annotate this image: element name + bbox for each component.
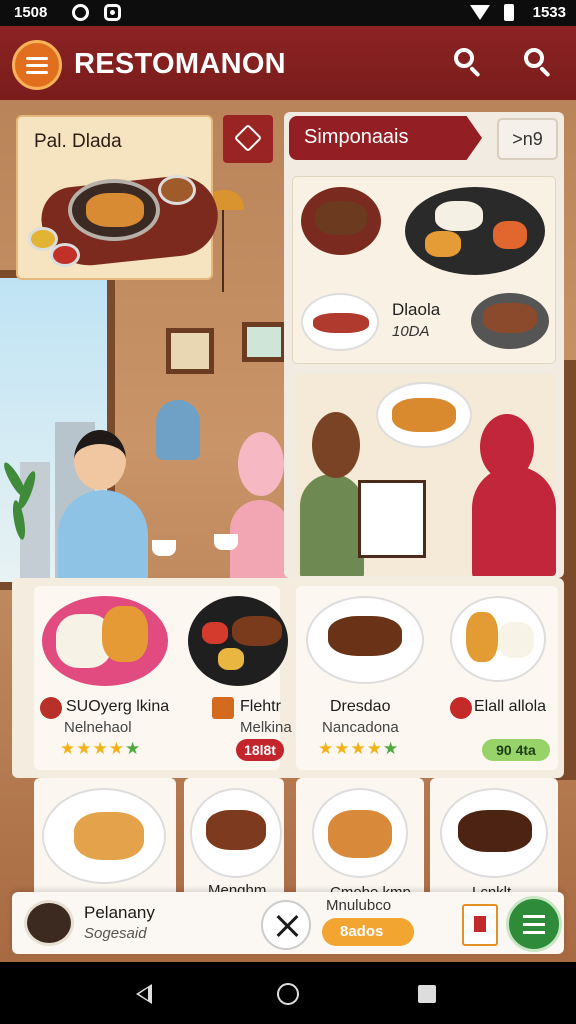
more-button[interactable]: >n9 [497,118,558,160]
plant [0,460,44,590]
cup [152,540,176,556]
person-right-head [238,432,284,496]
rating-stars: ★★★★★ [60,739,142,758]
dish-name: Dlaola [392,300,441,319]
person-right-head [480,414,534,480]
share-icon[interactable] [223,115,273,163]
screenshot-icon [104,4,121,21]
dish-plate [471,293,549,349]
card-name: Dresdao [330,698,391,715]
section-title[interactable]: Simponaais [289,116,482,160]
food-card[interactable] [296,778,424,898]
nav-bar [0,962,576,1024]
dish-plate [188,596,288,686]
side-bowl [50,243,80,267]
dish-plate [301,187,381,255]
bottom-title: Pelanany [84,903,155,922]
rating-stars: ★★★★★ [318,739,400,758]
wifi-icon [470,5,490,20]
person-left-head [312,412,360,478]
wall-picture [242,322,286,362]
search-alt-icon[interactable] [518,42,558,82]
person-left [58,490,148,590]
noodle-bowl [68,179,160,241]
dish-plate [306,596,424,684]
person-left [300,474,364,576]
person-left-head [74,430,126,490]
dish-plate [376,382,472,448]
dish-plate [42,596,168,686]
scene-card[interactable] [296,374,556,576]
battery-icon [504,4,514,21]
card-sub: Melkina [240,719,292,736]
bottom-mid-label: Mnulubco [326,897,392,914]
back-icon[interactable] [136,984,152,1004]
category-icon [212,697,234,719]
featured-card[interactable]: Pal. Dlada [16,115,222,280]
close-icon[interactable] [40,697,62,719]
side-bowl [158,175,196,205]
notification-icon [72,4,89,21]
status-time-right: 1533 [532,4,566,21]
logo-icon[interactable] [12,40,62,90]
card-sub: Nelnehaol [64,719,132,736]
person-right [230,500,290,590]
recents-icon[interactable] [418,985,436,1003]
menu-board [358,480,426,558]
cup [214,534,238,550]
search-icon[interactable] [448,42,488,82]
person-right [472,466,556,576]
bottom-sub: Sogesaid [84,925,147,942]
app-bar: RESTOMANON [0,26,576,100]
card-name: Flehtr [240,698,281,715]
home-icon[interactable] [277,983,299,1005]
person-back [156,400,200,460]
food-card[interactable] [430,778,558,898]
dish-price: 10DA [392,323,430,340]
dish-plate [405,187,545,275]
status-bar: 1508 1533 [0,0,576,26]
utensils-icon[interactable] [261,900,311,950]
check-icon[interactable] [450,697,472,719]
app-title: RESTOMANON [74,48,286,80]
status-time: 1508 [14,4,48,21]
order-button[interactable]: 8ados [322,918,414,946]
cart-icon[interactable] [462,904,498,946]
card-sub: Nancadona [322,719,399,736]
food-card[interactable] [184,778,284,898]
food-card[interactable] [34,778,176,898]
avatar[interactable] [24,900,74,946]
price-tag: 90 4ta [482,739,550,761]
menu-icon[interactable] [506,896,562,952]
wall-picture [166,328,214,374]
price-tag: 18l8t [236,739,284,761]
featured-label: Pal. Dlada [34,131,122,152]
dish-plate [450,596,546,682]
card-name: SUOyerg lkina [66,698,170,715]
dish-plate [301,293,379,351]
card-name: Elall allola [474,698,547,715]
